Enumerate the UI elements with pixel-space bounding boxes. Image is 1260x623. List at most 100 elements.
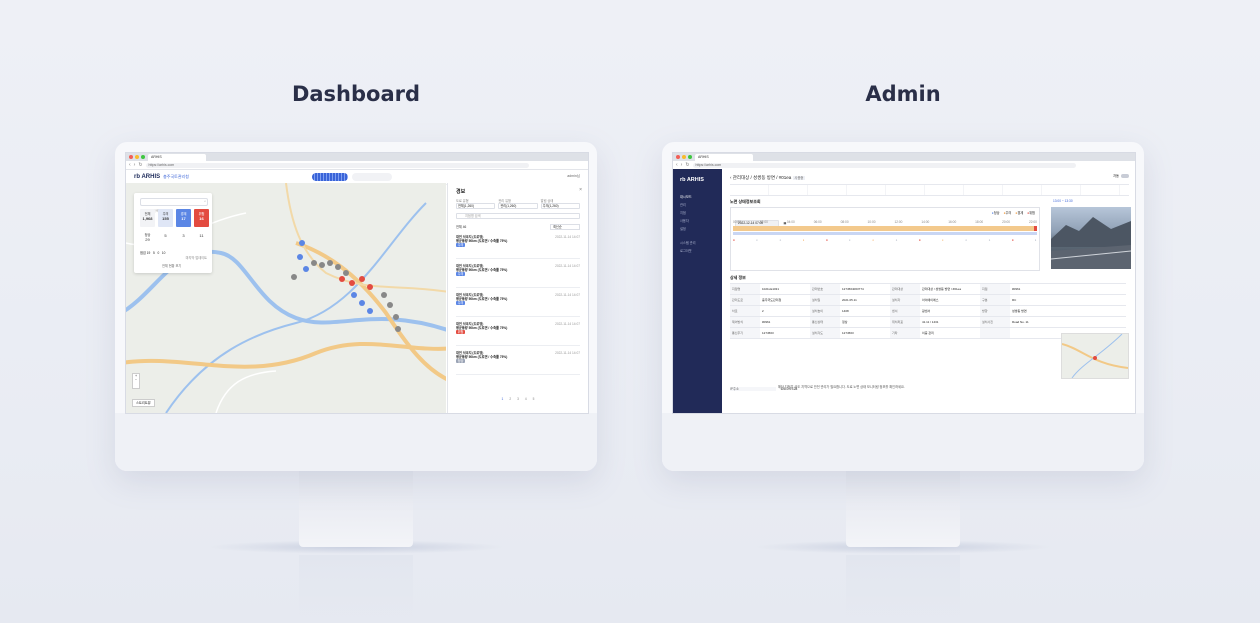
note-text: 해당 지점은 국도 지역으로 안전 관리가 필요합니다. 도로 노면 상태 모니… <box>778 385 905 389</box>
sidebar-item[interactable]: 관리 <box>673 201 722 209</box>
detail-value: RC <box>1012 298 1017 302</box>
sidebar-item[interactable]: 지점 <box>673 209 722 217</box>
alert-item[interactable]: 대전 석곡지 (도로명) 2022-11-14 14:07 평균풍량 50km (도… <box>456 235 580 259</box>
map-view[interactable]: 지점명 검색 ⌕ 전체1,968 주의155 경계17 위험16 정상29 5 … <box>126 183 446 413</box>
reload-icon[interactable]: ↻ <box>138 161 142 169</box>
detail-key: 설치각도 <box>810 328 840 338</box>
stand-reflection <box>846 555 960 623</box>
stats-search[interactable]: 지점명 검색 ⌕ <box>140 198 208 213</box>
timeline-bar-secondary <box>733 232 1037 235</box>
stat-danger[interactable]: 위험 16 <box>194 209 209 227</box>
road-status-icon[interactable]: ● <box>1012 238 1014 242</box>
road-status-icon[interactable]: ● <box>919 238 921 242</box>
detail-value: 성쌍동 방면 <box>1012 309 1027 313</box>
detail-key: 위치좌표 <box>890 317 920 327</box>
page-button[interactable]: 2 <box>509 397 511 401</box>
url-bar[interactable]: https://arhis.com <box>145 162 529 168</box>
legend-item: ●주의 <box>1003 211 1012 215</box>
page-button[interactable]: 5 <box>533 397 535 401</box>
detail-key: 지점 <box>980 284 1010 294</box>
sidebar-item[interactable]: 설정 <box>673 225 722 233</box>
search-icon[interactable]: ⌕ <box>204 199 206 203</box>
panel-title: 경보 <box>456 189 466 195</box>
road-status-icon[interactable]: ● <box>733 238 735 242</box>
alert-item[interactable]: 대전 석곡지 (도로명) 2022-11-14 14:07 평균풍량 50km (도… <box>456 264 580 288</box>
camera-photo[interactable]: 13:00 ~ 13:30 <box>1051 199 1131 269</box>
forward-icon[interactable]: › <box>681 161 683 169</box>
zoom-control[interactable]: + − <box>132 373 140 389</box>
stats-footer-button[interactable]: 전체 현황 보기 <box>162 264 181 268</box>
toggle-switch[interactable] <box>1121 174 1129 178</box>
stat-warning[interactable]: 경계 17 <box>176 209 191 227</box>
detail-value: 관리대상 / 성쌍동 방면 / #01ea <box>922 287 962 291</box>
zoom-out-icon[interactable]: − <box>133 378 139 382</box>
stat-row-extra: 점검 19 5 0 10 <box>140 251 166 255</box>
sidebar-item[interactable]: 대시보드 <box>673 193 722 201</box>
road-status-panel: 2022-12-14 07:00 ▦ ●정상 ●주의 ●경계 ●위험 00:00 02:… <box>730 207 1040 271</box>
admin-screen: ARHIS ‹ › ↻ https://arhis.com rb ARHIS 대… <box>672 152 1136 414</box>
road-status-icon[interactable]: ◐ <box>756 238 758 242</box>
panel-search-placeholder: 지점명 검색 <box>465 214 481 218</box>
auto-toggle[interactable]: 자동 <box>1113 174 1129 178</box>
forward-icon[interactable]: › <box>134 161 136 169</box>
panel-search[interactable]: 지점명 검색 <box>456 213 580 219</box>
back-icon[interactable]: ‹ <box>129 161 131 169</box>
page-button[interactable]: 4 <box>525 397 527 401</box>
stat-cell: 11 <box>194 230 209 248</box>
road-status-icon[interactable]: ◐ <box>872 238 874 242</box>
stat-caution[interactable]: 주의 155 <box>158 209 173 227</box>
filter-alert-state[interactable]: 알림 상태 주의(1,260) <box>540 199 580 209</box>
hour-label: 22:00 <box>1028 220 1037 224</box>
browser-tab[interactable]: ARHIS <box>695 154 753 161</box>
browser-toolbar: ‹ › ↻ https://arhis.com <box>126 161 588 170</box>
timeline-bar[interactable] <box>733 226 1037 231</box>
sidebar-item[interactable]: 시스템 관리 <box>673 239 722 247</box>
streetview-button[interactable]: 스트리트뷰 <box>132 399 155 407</box>
filter-manage-type[interactable]: 관리 유형 관리(1,260) <box>498 199 538 209</box>
admin-main: ‹ 관리대상 / 성쌍동 방면 / #01ea 사용중 자동 노면 상태정보조회… <box>722 169 1135 413</box>
close-icon[interactable]: × <box>579 187 582 193</box>
photo-time: 13:00 ~ 13:30 <box>1053 199 1073 203</box>
sidebar-item[interactable]: 로그아웃 <box>673 247 722 255</box>
detail-key: 관리대상 <box>890 284 920 294</box>
detail-value <box>1010 328 1060 338</box>
alert-badge: 주의 <box>456 272 465 277</box>
page-button[interactable]: 1 <box>502 397 504 401</box>
timeline-marker[interactable] <box>1034 226 1037 231</box>
stat-total[interactable]: 전체 1,968 <box>140 209 155 227</box>
filter-road-type[interactable]: 도로 유형 전체(1,260) <box>456 199 496 209</box>
road-status-icon[interactable]: ◐ <box>803 238 805 242</box>
road-status-icon[interactable]: ◐ <box>779 238 781 242</box>
admin-logo[interactable]: rb ARHIS <box>673 169 722 183</box>
road-status-icon[interactable]: ◐ <box>1035 238 1037 242</box>
logo[interactable]: rb ARHIS <box>134 174 160 180</box>
url-bar[interactable]: https://arhis.com <box>692 162 1076 168</box>
nav-tab[interactable] <box>352 173 392 181</box>
page-button[interactable]: 3 <box>517 397 519 401</box>
road-status-icon[interactable]: ◐ <box>965 238 967 242</box>
road-status-icon[interactable]: ◐ <box>942 238 944 242</box>
sidebar-item[interactable]: 사용자 <box>673 217 722 225</box>
location-minimap[interactable] <box>1061 333 1129 379</box>
road-status-icon[interactable]: ● <box>826 238 828 242</box>
hour-label: 02:00 <box>759 220 768 224</box>
legend-item: ●정상 <box>991 211 1000 215</box>
alert-item[interactable]: 대전 석곡지 (도로명) 2022-11-14 14:07 평균풍량 50km (도… <box>456 293 580 317</box>
road-status-icon[interactable]: ◐ <box>989 238 991 242</box>
sort-select[interactable]: 최신순 <box>550 224 580 230</box>
browser-tab[interactable]: ARHIS <box>148 154 206 161</box>
detail-value: 2 <box>762 309 764 313</box>
user-menu[interactable]: admin님 <box>567 174 580 179</box>
road-status-icon[interactable]: ◐ <box>849 238 851 242</box>
alert-item[interactable]: 대전 석곡지 (도로명) 2022-11-14 14:07 평균풍량 50km (도… <box>456 351 580 375</box>
alert-item[interactable]: 대전 석곡지 (도로명) 2022-11-14 14:07 평균풍량 50km (도… <box>456 322 580 346</box>
back-icon[interactable]: ‹ <box>676 161 678 169</box>
hour-label: 04:00 <box>786 220 795 224</box>
detail-value: #0961 <box>1012 287 1021 291</box>
nav-tab-active[interactable] <box>312 173 348 181</box>
reload-icon[interactable]: ↻ <box>685 161 689 169</box>
road-status-icon[interactable]: ◐ <box>896 238 898 242</box>
stats-grid: 전체 1,968 주의 155 경계 17 위험 16 정상 29 5 3 11 <box>140 209 209 248</box>
detail-title: 상세 정보 <box>730 275 746 280</box>
detail-key: 설치일 <box>810 295 840 305</box>
